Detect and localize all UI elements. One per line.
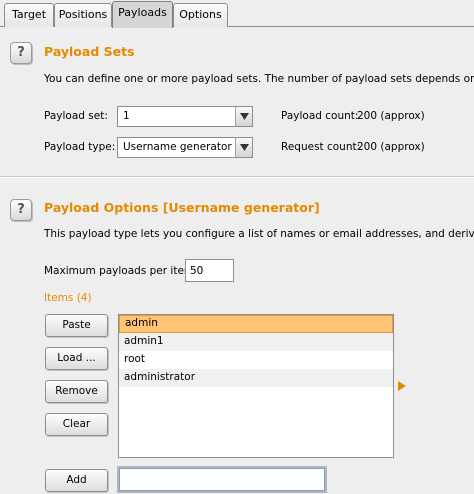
payload-count-label: Payload count: (281, 110, 359, 122)
help-icon[interactable]: ? (10, 42, 32, 64)
payload-options-title: Payload Options [Username generator] (44, 200, 320, 215)
chevron-down-icon[interactable] (235, 107, 252, 126)
tab-target[interactable]: Target (4, 3, 54, 27)
add-button[interactable]: Add (45, 469, 108, 492)
paste-button[interactable]: Paste (45, 314, 108, 337)
payload-type-select[interactable]: Username generator (117, 137, 253, 158)
intruder-payloads-panel: Target Positions Payloads Options ? Payl… (0, 0, 474, 494)
request-count-value: 200 (approx) (357, 141, 425, 153)
payload-type-label: Payload type: (44, 141, 116, 153)
section-divider-highlight (0, 177, 474, 178)
collapse-arrow-icon[interactable] (398, 381, 406, 394)
payload-set-value: 1 (123, 110, 130, 122)
payload-sets-description: You can define one or more payload sets.… (44, 73, 474, 85)
list-item[interactable]: admin (119, 315, 393, 333)
max-payloads-label: Maximum payloads per item: (44, 265, 198, 277)
list-item[interactable]: admin1 (119, 333, 393, 351)
help-icon[interactable]: ? (10, 199, 32, 221)
add-item-input[interactable] (117, 466, 327, 493)
tab-bar: Target Positions Payloads Options (0, 0, 474, 28)
tab-payloads[interactable]: Payloads (112, 1, 173, 28)
items-list[interactable]: admin admin1 root administrator (118, 314, 394, 458)
payload-type-value: Username generator (123, 141, 232, 153)
max-payloads-input[interactable] (185, 259, 234, 282)
payload-count-value: 200 (approx) (357, 110, 425, 122)
payload-set-label: Payload set: (44, 110, 108, 122)
tab-positions[interactable]: Positions (54, 3, 112, 27)
list-item[interactable]: root (119, 351, 393, 369)
list-item[interactable]: administrator (119, 369, 393, 387)
load-button[interactable]: Load ... (45, 347, 108, 370)
clear-button[interactable]: Clear (45, 413, 108, 436)
remove-button[interactable]: Remove (45, 380, 108, 403)
tab-options[interactable]: Options (173, 3, 228, 27)
items-count-label: Items (4) (44, 292, 92, 304)
payload-set-select[interactable]: 1 (117, 106, 253, 127)
request-count-label: Request count: (281, 141, 361, 153)
payload-options-description: This payload type lets you configure a l… (44, 228, 474, 240)
chevron-down-icon[interactable] (235, 138, 252, 157)
payload-sets-title: Payload Sets (44, 44, 135, 59)
